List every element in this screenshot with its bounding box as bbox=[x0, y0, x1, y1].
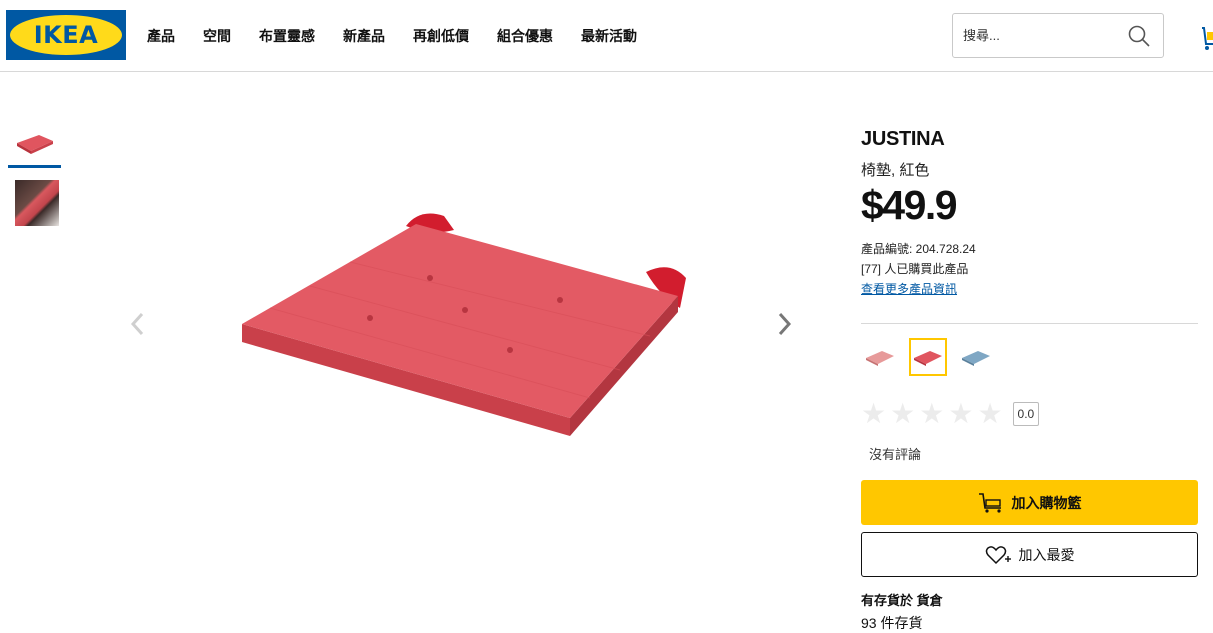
add-to-favorites-button[interactable]: 加入最愛 bbox=[861, 532, 1198, 577]
heart-plus-icon bbox=[985, 545, 1011, 564]
nav-item-products[interactable]: 產品 bbox=[147, 26, 175, 46]
swatch-red-image bbox=[914, 351, 942, 366]
more-info-link[interactable]: 查看更多產品資訊 bbox=[861, 282, 957, 296]
thumbnail-chair[interactable] bbox=[8, 180, 61, 226]
search-icon[interactable] bbox=[1127, 24, 1151, 48]
site-header: IKEA 產品 空間 布置靈感 新產品 再創低價 組合優惠 最新活動 bbox=[0, 0, 1213, 72]
search-input[interactable] bbox=[963, 14, 1123, 57]
star-icon: ★ bbox=[861, 397, 887, 430]
nav-item-bundle-offers[interactable]: 組合優惠 bbox=[497, 26, 553, 46]
nav-item-latest-events[interactable]: 最新活動 bbox=[581, 26, 637, 46]
logo-text: IKEA bbox=[33, 21, 99, 49]
nav-item-rooms[interactable]: 空間 bbox=[203, 26, 231, 46]
swatch-light-red-image bbox=[866, 351, 894, 366]
rating-row: ★ ★ ★ ★ ★ 0.0 bbox=[861, 400, 1198, 428]
swatch-red[interactable] bbox=[909, 338, 947, 376]
previous-image-arrow[interactable] bbox=[128, 310, 148, 338]
nav-item-inspiration[interactable]: 布置靈感 bbox=[259, 26, 315, 46]
star-icon: ★ bbox=[977, 397, 1003, 430]
star-icon: ★ bbox=[948, 397, 974, 430]
swatch-blue-image bbox=[962, 351, 990, 366]
purchase-count: [77] 人已購買此產品 bbox=[861, 262, 969, 276]
star-icon: ★ bbox=[919, 397, 945, 430]
add-to-cart-label: 加入購物籃 bbox=[1011, 494, 1082, 511]
divider bbox=[861, 323, 1198, 324]
next-image-arrow[interactable] bbox=[774, 310, 794, 338]
star-icon: ★ bbox=[890, 397, 916, 430]
nav-item-new-products[interactable]: 新產品 bbox=[343, 26, 385, 46]
rating-score: 0.0 bbox=[1012, 402, 1040, 426]
cushion-thumbnail-image bbox=[16, 134, 53, 154]
product-image bbox=[242, 213, 686, 436]
product-number: 產品編號: 204.728.24 bbox=[861, 242, 976, 256]
shopping-cart-icon[interactable] bbox=[1198, 20, 1213, 52]
product-description: 椅墊, 紅色 bbox=[861, 162, 930, 179]
swatch-blue[interactable] bbox=[957, 338, 995, 376]
cart-icon bbox=[978, 492, 1001, 513]
product-info-panel: JUSTINA 椅墊, 紅色 $49.9 產品編號: 204.728.24 [7… bbox=[861, 128, 1198, 633]
add-to-favorites-label: 加入最愛 bbox=[1018, 546, 1075, 563]
color-swatches bbox=[861, 338, 1198, 376]
swatch-light-red[interactable] bbox=[861, 338, 899, 376]
ikea-logo[interactable]: IKEA bbox=[6, 10, 126, 60]
nav-item-lower-price[interactable]: 再創低價 bbox=[413, 26, 469, 46]
no-reviews-text: 沒有評論 bbox=[869, 447, 922, 462]
add-to-cart-button[interactable]: 加入購物籃 bbox=[861, 480, 1198, 525]
stock-count: 93 件存貨 bbox=[861, 615, 923, 631]
logo-oval: IKEA bbox=[10, 15, 122, 55]
product-meta: 產品編號: 204.728.24 [77] 人已購買此產品 查看更多產品資訊 bbox=[861, 239, 1198, 299]
product-price: $49.9 bbox=[861, 182, 958, 228]
stock-title: 有存貨於 貨倉 bbox=[861, 593, 943, 608]
search-box bbox=[952, 13, 1164, 58]
thumbnail-cushion[interactable] bbox=[8, 118, 61, 168]
main-nav: 產品 空間 布置靈感 新產品 再創低價 組合優惠 最新活動 bbox=[147, 26, 665, 46]
chair-thumbnail-image bbox=[14, 180, 59, 226]
thumbnail-list bbox=[8, 118, 61, 238]
product-name: JUSTINA bbox=[861, 128, 945, 150]
